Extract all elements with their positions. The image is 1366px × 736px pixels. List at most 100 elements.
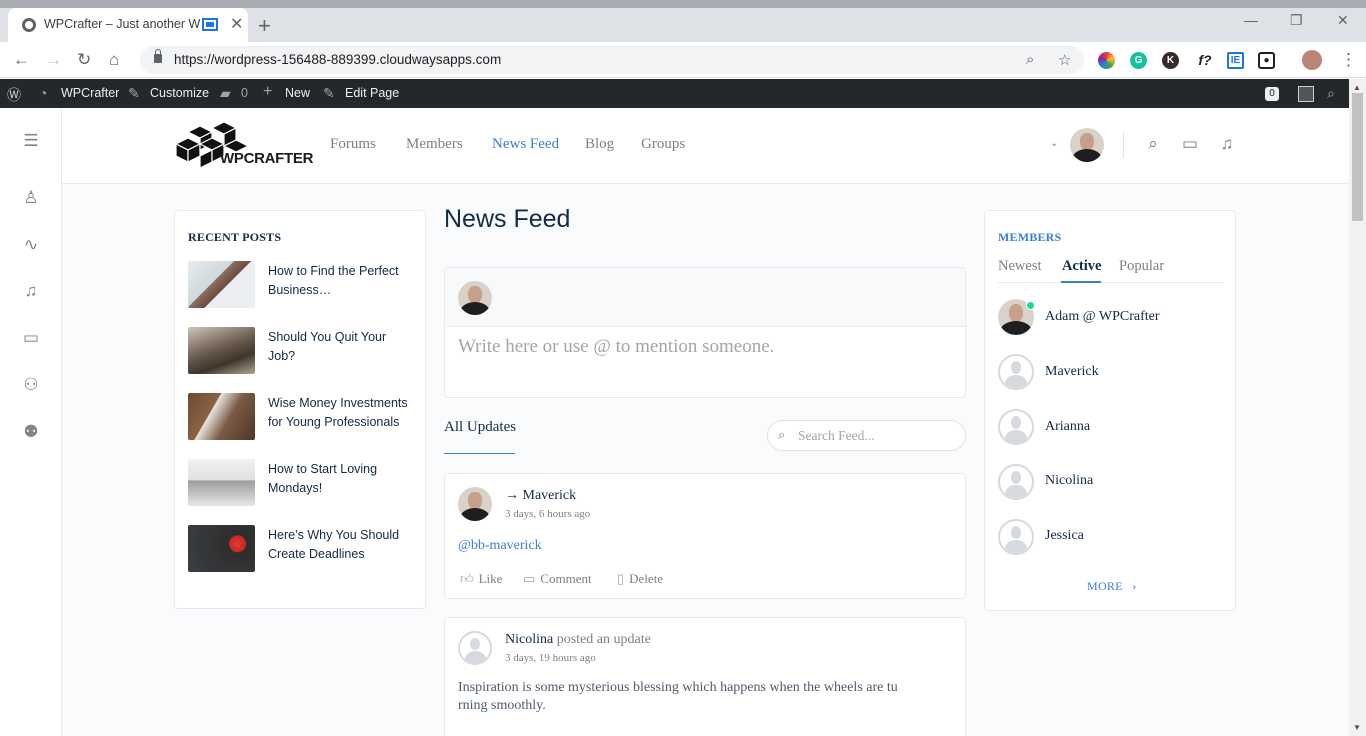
activity-author[interactable]: Nicolina posted an update: [505, 632, 651, 648]
reload-icon[interactable]: ↻: [77, 50, 91, 70]
window-close-button[interactable]: ✕: [1337, 12, 1349, 29]
new-tab-button[interactable]: +: [258, 13, 271, 39]
admin-customize[interactable]: Customize: [150, 86, 209, 100]
member-name[interactable]: Adam @ WPCrafter: [1045, 309, 1160, 325]
post-composer[interactable]: Write here or use @ to mention someone.: [444, 267, 966, 398]
recent-post-title[interactable]: How to Find the Perfect Business…: [268, 262, 408, 300]
recent-post-item[interactable]: How to Start Loving Mondays!: [188, 459, 413, 509]
scroll-down-arrow-icon[interactable]: ▼: [1353, 723, 1361, 732]
zoom-icon[interactable]: ⌕: [1026, 51, 1034, 68]
messages-inbox-icon[interactable]: ▭: [1180, 134, 1200, 154]
delete-button[interactable]: ▯ Delete: [617, 571, 663, 587]
edit-pencil-icon[interactable]: ✎: [323, 85, 335, 102]
tab-all-updates[interactable]: All Updates: [444, 419, 516, 436]
profile-avatar[interactable]: [1302, 50, 1322, 70]
updates-badge[interactable]: 0: [1265, 87, 1279, 101]
recent-post-item[interactable]: Should You Quit Your Job?: [188, 327, 413, 377]
post-thumbnail[interactable]: [188, 327, 255, 374]
cast-media-icon[interactable]: [202, 18, 218, 31]
screenshot-extension-icon[interactable]: ●: [1258, 52, 1275, 69]
post-thumbnail[interactable]: [188, 393, 255, 440]
admin-site-name[interactable]: WPCrafter: [61, 86, 119, 100]
members-title[interactable]: MEMBERS: [998, 230, 1061, 245]
recent-post-item[interactable]: Here’s Why You Should Create Deadlines: [188, 525, 413, 575]
recent-post-title[interactable]: Should You Quit Your Job?: [268, 328, 408, 366]
back-arrow-icon[interactable]: ←: [13, 50, 30, 70]
member-avatar[interactable]: [998, 409, 1034, 445]
minimize-button[interactable]: —: [1244, 12, 1258, 28]
admin-search-icon[interactable]: ⌕: [1327, 85, 1335, 102]
tab-popular[interactable]: Popular: [1119, 258, 1164, 275]
grammarly-extension-icon[interactable]: G: [1130, 52, 1147, 69]
menu-toggle-icon[interactable]: ☰: [21, 131, 41, 151]
plus-icon[interactable]: +: [263, 83, 272, 101]
composer-placeholder[interactable]: Write here or use @ to mention someone.: [458, 336, 774, 358]
logo-text[interactable]: WPCRAFTER: [220, 150, 313, 167]
recent-post-title[interactable]: How to Start Loving Mondays!: [268, 460, 408, 498]
k-extension-icon[interactable]: K: [1162, 52, 1179, 69]
recent-post-item[interactable]: How to Find the Perfect Business…: [188, 261, 413, 311]
user-avatar[interactable]: [1070, 128, 1104, 162]
post-thumbnail[interactable]: [188, 261, 255, 308]
home-icon[interactable]: ⌂: [109, 50, 119, 70]
search-feed-input[interactable]: ⌕ Search Feed...: [767, 420, 966, 451]
member-avatar[interactable]: [998, 354, 1034, 390]
admin-new[interactable]: New: [285, 86, 310, 100]
admin-avatar[interactable]: [1298, 86, 1314, 102]
nav-forums[interactable]: Forums: [330, 136, 376, 153]
groups-icon[interactable]: ⚉: [21, 422, 41, 442]
activity-avatar[interactable]: [458, 487, 492, 521]
address-bar[interactable]: https://wordpress-156488-889399.cloudway…: [140, 46, 1084, 74]
post-thumbnail[interactable]: [188, 525, 255, 572]
bell-icon[interactable]: ♫: [1217, 134, 1237, 154]
font-extension-icon[interactable]: f?: [1194, 52, 1216, 69]
activity-avatar[interactable]: [458, 631, 492, 665]
member-avatar[interactable]: [998, 519, 1034, 555]
nav-blog[interactable]: Blog: [585, 136, 614, 153]
color-extension-icon[interactable]: [1098, 52, 1115, 69]
restore-button[interactable]: ❐: [1290, 12, 1303, 29]
scroll-up-arrow-icon[interactable]: ▲: [1353, 83, 1361, 92]
customize-brush-icon[interactable]: ✎: [128, 85, 140, 102]
scroll-thumb[interactable]: [1352, 93, 1363, 221]
search-feed-placeholder[interactable]: Search Feed...: [798, 428, 874, 444]
tab-newest[interactable]: Newest: [998, 258, 1042, 275]
wordpress-logo-icon[interactable]: Ⓦ: [7, 85, 21, 105]
forward-arrow-icon[interactable]: →: [45, 50, 62, 70]
like-button[interactable]: 👍︎ Like: [460, 571, 502, 587]
recent-post-item[interactable]: Wise Money Investments for Young Profess…: [188, 393, 413, 443]
recent-post-title[interactable]: Wise Money Investments for Young Profess…: [268, 394, 408, 432]
admin-comment-count[interactable]: 0: [241, 86, 248, 100]
member-name[interactable]: Arianna: [1045, 419, 1090, 435]
member-name[interactable]: Maverick: [1045, 364, 1099, 380]
browser-tab[interactable]: WPCrafter – Just another Wo ✕: [8, 8, 248, 42]
profile-icon[interactable]: ♙: [21, 188, 41, 208]
member-name[interactable]: Jessica: [1045, 528, 1084, 544]
activity-time[interactable]: 3 days, 19 hours ago: [505, 652, 596, 664]
nav-groups[interactable]: Groups: [641, 136, 685, 153]
inbox-icon[interactable]: ▭: [21, 328, 41, 348]
layout-extension-icon[interactable]: IE: [1227, 52, 1244, 69]
notifications-bell-icon[interactable]: ♫: [21, 281, 41, 301]
recent-post-title[interactable]: Here’s Why You Should Create Deadlines: [268, 526, 408, 564]
activity-time[interactable]: 3 days, 6 hours ago: [505, 508, 590, 520]
member-name[interactable]: Nicolina: [1045, 473, 1093, 489]
friends-icon[interactable]: ⚇: [21, 375, 41, 395]
nav-members[interactable]: Members: [406, 136, 463, 153]
chevron-down-icon[interactable]: ⌄: [1050, 138, 1058, 149]
nav-news-feed[interactable]: News Feed: [492, 136, 559, 153]
chrome-menu-icon[interactable]: ⋮: [1340, 50, 1357, 70]
member-avatar[interactable]: [998, 464, 1034, 500]
page-scrollbar[interactable]: ▲ ▼: [1349, 79, 1366, 736]
post-thumbnail[interactable]: [188, 459, 255, 506]
dashboard-icon[interactable]: ◔: [39, 85, 47, 101]
tab-close-icon[interactable]: ✕: [230, 14, 243, 34]
lock-icon[interactable]: [154, 49, 162, 63]
activity-pulse-icon[interactable]: ∿: [21, 235, 41, 255]
url-text[interactable]: https://wordpress-156488-889399.cloudway…: [174, 52, 501, 67]
bookmark-star-icon[interactable]: ☆: [1058, 51, 1071, 69]
admin-edit-page[interactable]: Edit Page: [345, 86, 399, 100]
more-members-link[interactable]: MORE ›: [1087, 579, 1136, 594]
activity-author[interactable]: → Maverick: [505, 488, 576, 504]
comment-button[interactable]: ▭ Comment: [523, 571, 592, 587]
